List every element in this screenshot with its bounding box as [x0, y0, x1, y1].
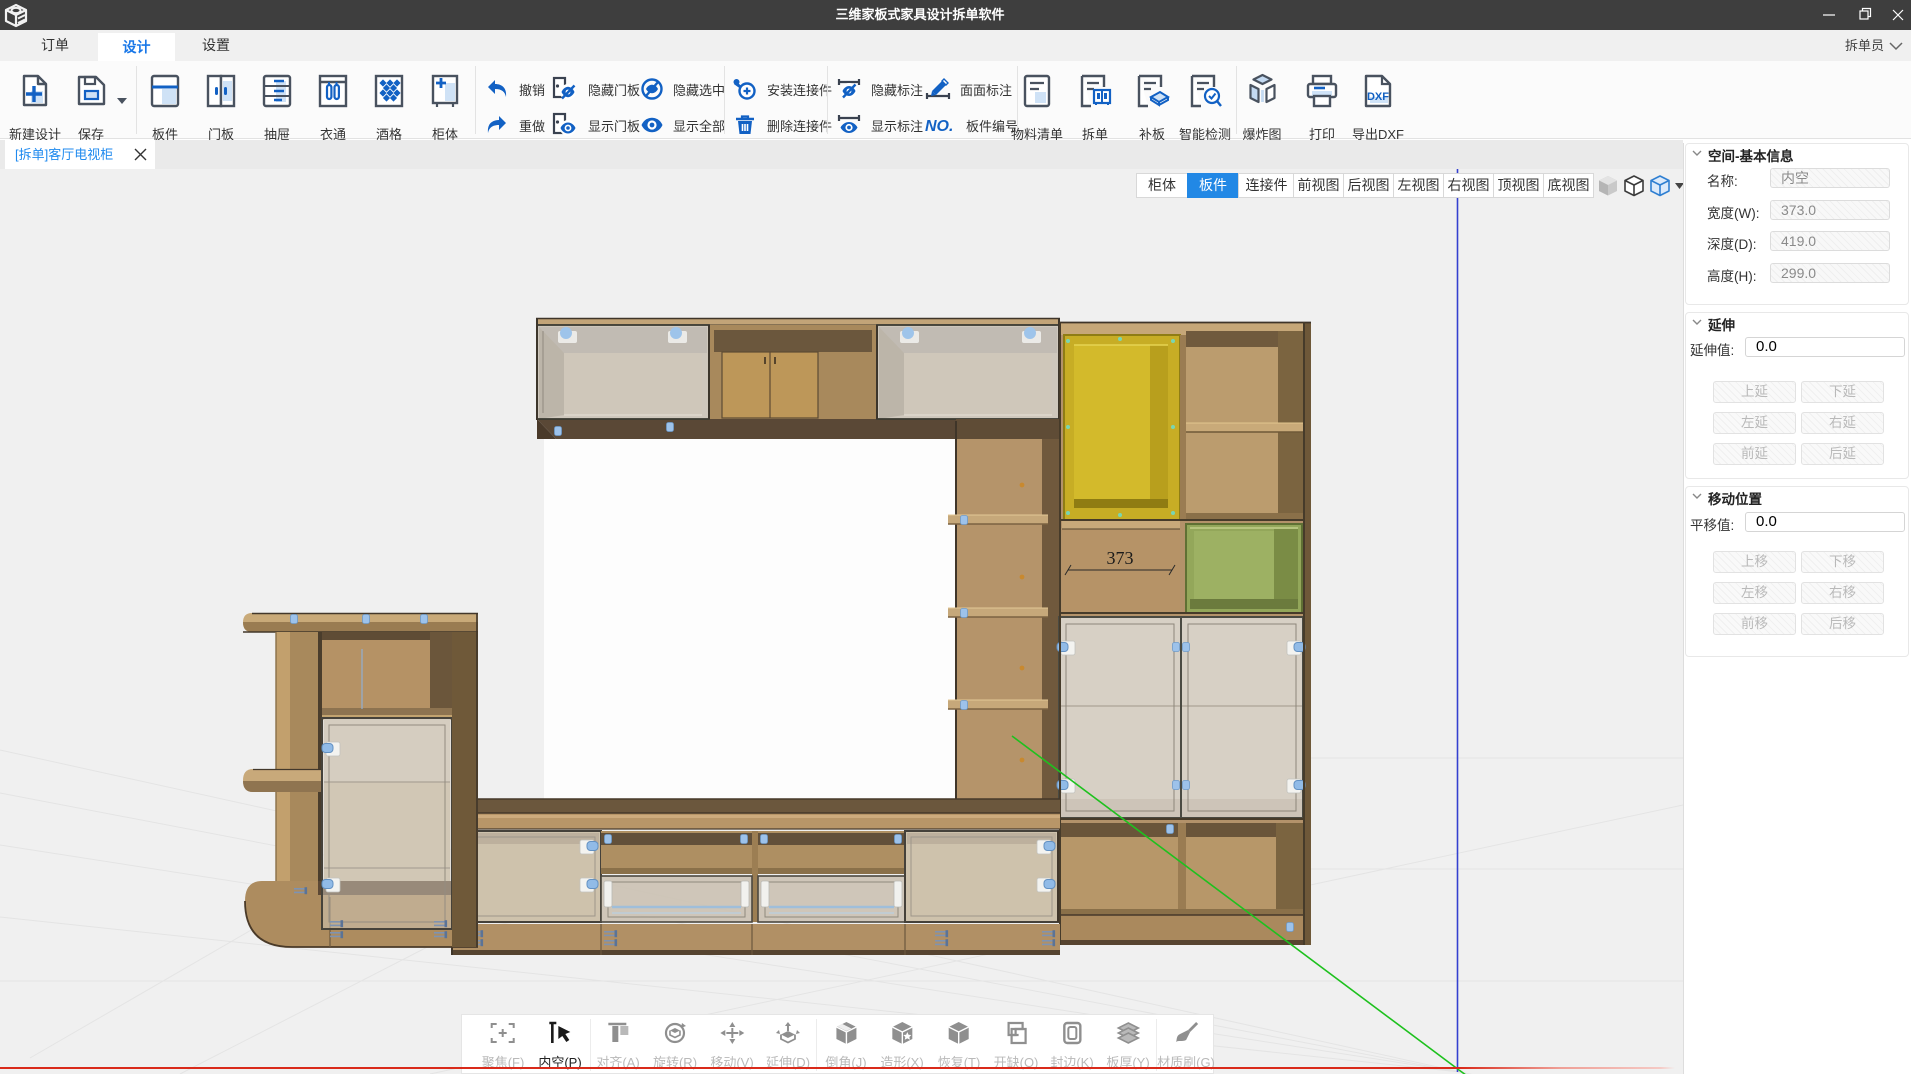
svg-text:NO.: NO.	[925, 118, 953, 135]
svg-text:DXF: DXF	[1367, 91, 1389, 103]
svg-text:373: 373	[1107, 548, 1134, 568]
